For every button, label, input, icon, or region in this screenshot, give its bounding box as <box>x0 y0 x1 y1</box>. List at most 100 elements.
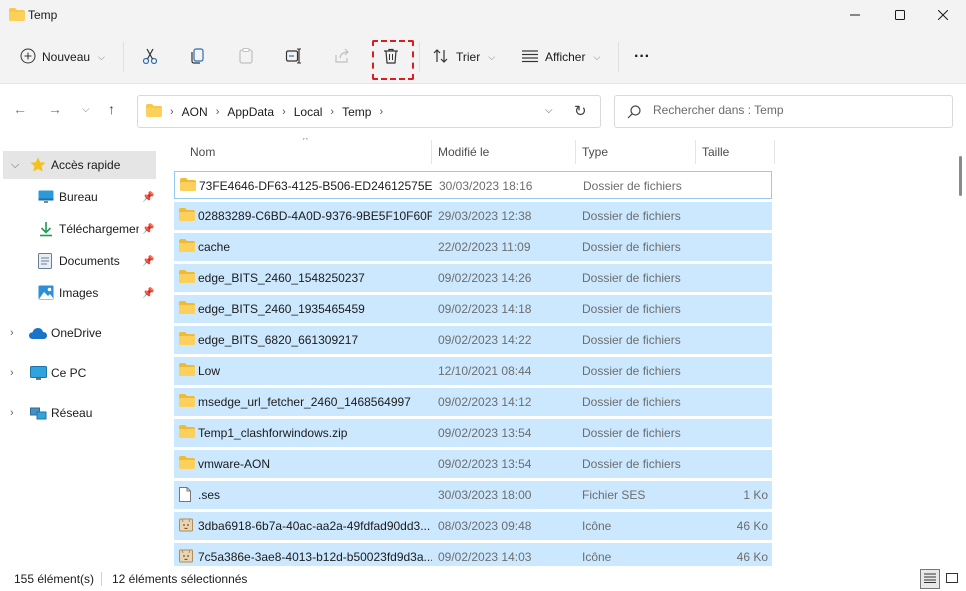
column-header-label: Modifié le <box>438 145 490 159</box>
sidebar-item-images[interactable]: Images 📌 <box>0 279 156 307</box>
share-button[interactable] <box>333 42 351 72</box>
selection-count: 12 éléments sélectionnés <box>112 572 248 586</box>
table-row[interactable]: edge_BITS_2460_1548250237 09/02/2023 14:2… <box>174 264 772 292</box>
chevron-down-icon[interactable]: ⌵ <box>11 159 19 172</box>
pin-icon[interactable]: 📌 <box>142 192 154 203</box>
new-button[interactable]: Nouveau ⌵ <box>20 42 105 72</box>
folder-icon <box>179 425 195 441</box>
sidebar-item-this-pc[interactable]: › Ce PC <box>0 359 156 387</box>
column-header-size[interactable]: Taille <box>702 138 729 166</box>
tiles-view-icon <box>946 572 958 586</box>
breadcrumb-item[interactable]: AON <box>182 105 208 119</box>
file-type: Dossier de fichiers <box>582 302 681 316</box>
file-name: .ses <box>198 488 221 502</box>
sidebar-item-documents[interactable]: Documents 📌 <box>0 247 156 275</box>
paste-button[interactable] <box>237 42 255 72</box>
pin-icon[interactable]: 📌 <box>142 224 154 235</box>
chevron-right-icon[interactable]: › <box>10 327 14 339</box>
copy-button[interactable] <box>189 42 207 72</box>
column-header-type[interactable]: Type <box>582 138 608 166</box>
breadcrumb-item[interactable]: Temp <box>342 105 371 119</box>
sort-button[interactable]: Trier ⌵ <box>432 42 495 72</box>
up-arrow-icon[interactable]: ↑ <box>108 101 115 117</box>
sidebar-item-downloads[interactable]: Téléchargements 📌 <box>0 215 156 243</box>
search-box[interactable] <box>614 95 953 128</box>
toolbar-divider <box>419 42 420 72</box>
file-name: Temp1_clashforwindows.zip <box>198 426 348 440</box>
chevron-right-icon[interactable]: › <box>379 106 383 118</box>
file-modified-date: 22/02/2023 11:09 <box>438 240 531 254</box>
vertical-scrollbar[interactable] <box>954 138 966 566</box>
table-row[interactable]: Temp1_clashforwindows.zip 09/02/2023 13:5… <box>174 419 772 447</box>
file-type: Dossier de fichiers <box>582 426 681 440</box>
table-row[interactable]: 3dba6918-6b7a-40ac-aa2a-49fdfad90dd3... 0… <box>174 512 772 540</box>
chevron-right-icon[interactable]: › <box>216 106 220 118</box>
file-modified-date: 09/02/2023 13:54 <box>438 426 532 440</box>
back-arrow-icon[interactable]: ← <box>13 101 27 117</box>
search-input[interactable] <box>653 103 933 117</box>
column-divider[interactable] <box>774 140 775 164</box>
new-label: Nouveau <box>42 50 91 64</box>
folder-icon <box>179 270 195 286</box>
table-row[interactable]: edge_BITS_2460_1935465459 09/02/2023 14:1… <box>174 295 772 323</box>
file-type: Dossier de fichiers <box>582 333 681 347</box>
copy-icon <box>189 47 207 68</box>
view-lines-icon <box>521 49 539 66</box>
details-view-button[interactable] <box>920 569 940 589</box>
chevron-right-icon[interactable]: › <box>170 106 174 118</box>
folder-icon <box>179 208 195 224</box>
cut-button[interactable] <box>141 42 159 72</box>
sidebar-item-onedrive[interactable]: › OneDrive <box>0 319 156 347</box>
view-button[interactable]: Afficher ⌵ <box>521 42 600 72</box>
sidebar-item-network[interactable]: › Réseau <box>0 399 156 427</box>
sidebar-item-label: Bureau <box>59 190 98 204</box>
table-row[interactable]: msedge_url_fetcher_2460_1468564997 09/02/… <box>174 388 772 416</box>
address-history-chevron-icon[interactable]: ⌵ <box>545 105 553 116</box>
more-options-button[interactable]: ··· <box>634 42 650 72</box>
column-header-modified[interactable]: Modifié le <box>438 138 489 166</box>
chevron-right-icon[interactable]: › <box>282 106 286 118</box>
table-row[interactable]: Low 12/10/2021 08:44 Dossier de fichiers <box>174 357 772 385</box>
chevron-right-icon[interactable]: › <box>10 367 14 379</box>
recent-locations-chevron-icon[interactable]: ⌵ <box>82 104 90 115</box>
sidebar-item-quick-access[interactable]: ⌵ Accès rapide <box>3 151 156 179</box>
column-divider[interactable] <box>695 140 696 164</box>
refresh-icon[interactable]: ↻ <box>574 102 587 120</box>
file-type: Dossier de fichiers <box>582 457 681 471</box>
sidebar-item-desktop[interactable]: Bureau 📌 <box>0 183 156 211</box>
status-divider <box>101 572 102 586</box>
file-modified-date: 09/02/2023 14:03 <box>438 550 532 564</box>
file-icon <box>179 487 191 505</box>
table-row[interactable]: vmware-AON 09/02/2023 13:54 Dossier de fic… <box>174 450 772 478</box>
breadcrumb-item[interactable]: AppData <box>227 105 274 119</box>
column-divider[interactable] <box>575 140 576 164</box>
table-row[interactable]: 02883289-C6BD-4A0D-9376-9BE5F10F60FB 29/0… <box>174 202 772 230</box>
file-name: msedge_url_fetcher_2460_1468564997 <box>198 395 411 409</box>
file-name: 3dba6918-6b7a-40ac-aa2a-49fdfad90dd3... <box>198 519 431 533</box>
table-row[interactable]: 73FE4646-DF63-4125-B506-ED24612575E6 30/0… <box>174 171 772 199</box>
close-button[interactable] <box>920 0 966 30</box>
table-row[interactable]: edge_BITS_6820_661309217 09/02/2023 14:22… <box>174 326 772 354</box>
address-bar[interactable]: › AON › AppData › Local › Temp › ⌵ ↻ <box>137 95 601 128</box>
rename-button[interactable] <box>285 42 303 72</box>
scrollbar-thumb[interactable] <box>959 156 962 196</box>
pin-icon[interactable]: 📌 <box>142 288 154 299</box>
chevron-right-icon[interactable]: › <box>10 407 14 419</box>
minimize-button[interactable] <box>832 0 878 30</box>
breadcrumb-item[interactable]: Local <box>294 105 323 119</box>
file-name: edge_BITS_6820_661309217 <box>198 333 359 347</box>
maximize-button[interactable] <box>877 0 923 30</box>
file-type: Dossier de fichiers <box>582 395 681 409</box>
chevron-right-icon[interactable]: › <box>330 106 334 118</box>
column-header-name[interactable]: Nom <box>190 138 215 166</box>
star-icon <box>30 157 46 175</box>
table-row[interactable]: cache 22/02/2023 11:09 Dossier de fichiers <box>174 233 772 261</box>
large-icons-view-button[interactable] <box>942 569 962 589</box>
forward-arrow-icon[interactable]: → <box>48 101 62 117</box>
file-type: Dossier de fichiers <box>582 209 681 223</box>
chevron-down-icon: ⌵ <box>98 51 105 62</box>
table-row[interactable]: .ses 30/03/2023 18:00 Fichier SES 1 Ko <box>174 481 772 509</box>
table-row[interactable]: 7c5a386e-3ae8-4013-b12d-b50023fd9d3a... 0… <box>174 543 772 566</box>
column-divider[interactable] <box>431 140 432 164</box>
pin-icon[interactable]: 📌 <box>142 256 154 267</box>
